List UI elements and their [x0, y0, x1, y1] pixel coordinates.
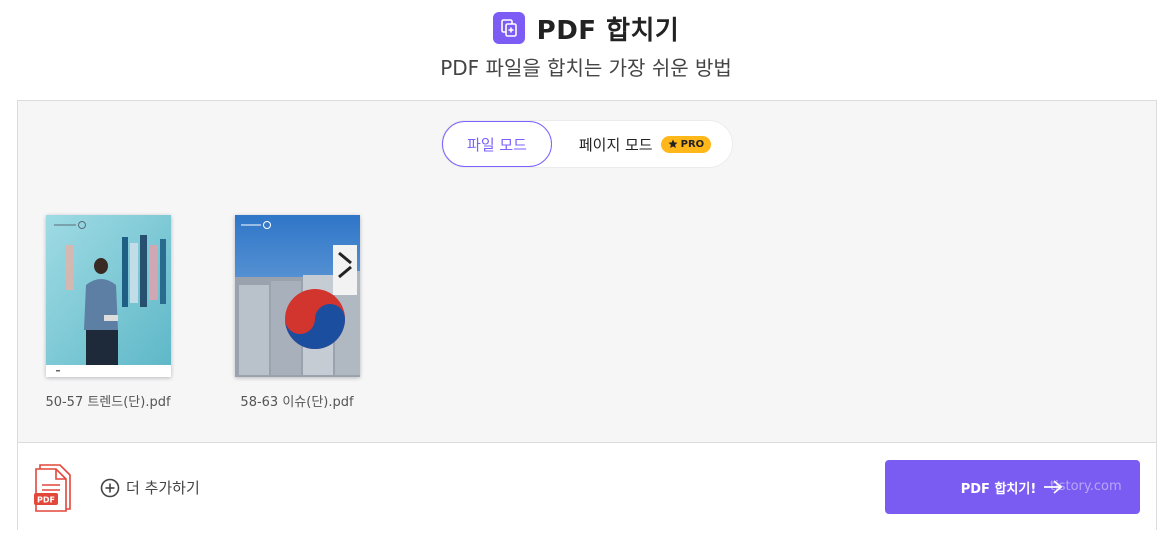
header: PDF 합치기 PDF 파일을 합치는 가장 쉬운 방법: [0, 10, 1172, 81]
merge-panel: 파일 모드 페이지 모드 PRO 50-57 트렌드(단).pdf 58-63 …: [17, 100, 1157, 530]
bottom-bar: PDF 더 추가하기 PDF 합치기!: [18, 442, 1156, 530]
file-thumbnail: [45, 215, 171, 377]
pdf-icon-label: PDF: [37, 496, 55, 505]
mode-toggle: 파일 모드 페이지 모드 PRO: [441, 120, 733, 168]
page-mode-button[interactable]: 페이지 모드 PRO: [556, 121, 734, 167]
file-thumbnail: [234, 215, 360, 377]
file-name: 50-57 트렌드(단).pdf: [45, 395, 171, 410]
star-icon: [668, 139, 678, 148]
file-card[interactable]: 58-63 이슈(단).pdf: [227, 215, 367, 410]
file-card[interactable]: 50-57 트렌드(단).pdf: [38, 215, 178, 410]
pdf-document-icon: PDF: [34, 461, 76, 517]
page-mode-label: 페이지 모드: [578, 135, 653, 154]
pro-badge-label: PRO: [680, 138, 705, 150]
merge-pdf-icon: [492, 12, 525, 44]
merge-button-label: PDF 합치기!: [960, 481, 1037, 497]
page-title: PDF 합치기: [536, 15, 680, 46]
page-subtitle: PDF 파일을 합치는 가장 쉬운 방법: [440, 56, 732, 80]
add-more-label: 더 추가하기: [126, 479, 200, 497]
file-mode-button[interactable]: 파일 모드: [442, 121, 552, 167]
watermark: tistory.com: [1050, 479, 1122, 494]
add-more-button[interactable]: 더 추가하기: [100, 477, 200, 498]
file-mode-label: 파일 모드: [467, 135, 527, 154]
title-row: PDF 합치기: [0, 10, 1172, 46]
pdf-merge-page: PDF 합치기 PDF 파일을 합치는 가장 쉬운 방법 파일 모드 페이지 모…: [0, 0, 1172, 540]
file-name: 58-63 이슈(단).pdf: [240, 395, 354, 410]
plus-circle-icon: [100, 478, 120, 497]
pro-badge: PRO: [660, 135, 712, 153]
